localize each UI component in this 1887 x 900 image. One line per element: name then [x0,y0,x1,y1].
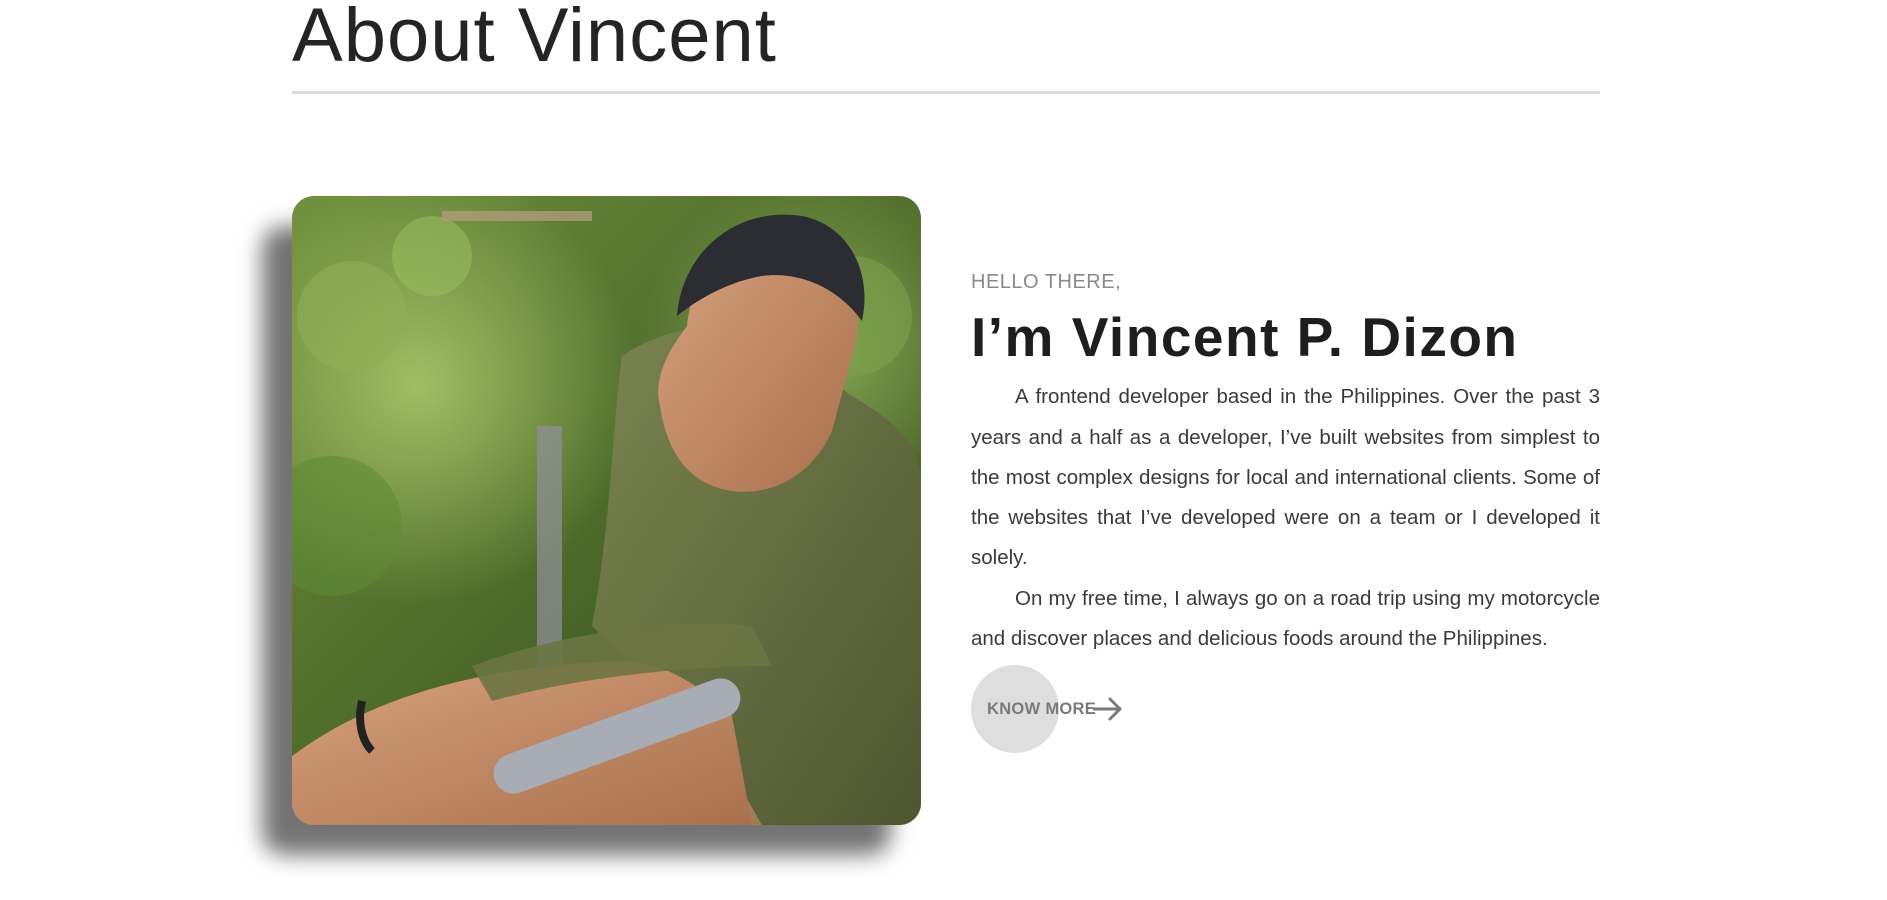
title-divider [292,91,1600,94]
greeting-text: HELLO THERE, [971,271,1122,293]
bio-paragraph: On my free time, I always go on a road t… [971,586,1600,651]
know-more-label: KNOW MORE [987,700,1097,718]
name-heading: I’m Vincent P. Dizon [971,306,1519,368]
know-more-button[interactable]: KNOW MORE [971,665,1151,753]
intro-block: HELLO THERE, I’m Vincent P. Dizon A fron… [971,268,1600,659]
arrow-right-icon [1093,697,1122,721]
profile-photo-illustration [292,196,921,825]
page-title: About Vincent [292,0,777,78]
profile-photo [292,196,921,825]
bio-paragraph: A frontend developer based in the Philip… [971,385,1600,570]
about-section: About Vincent HELLO THERE, I’m Vincent P… [0,0,1887,900]
